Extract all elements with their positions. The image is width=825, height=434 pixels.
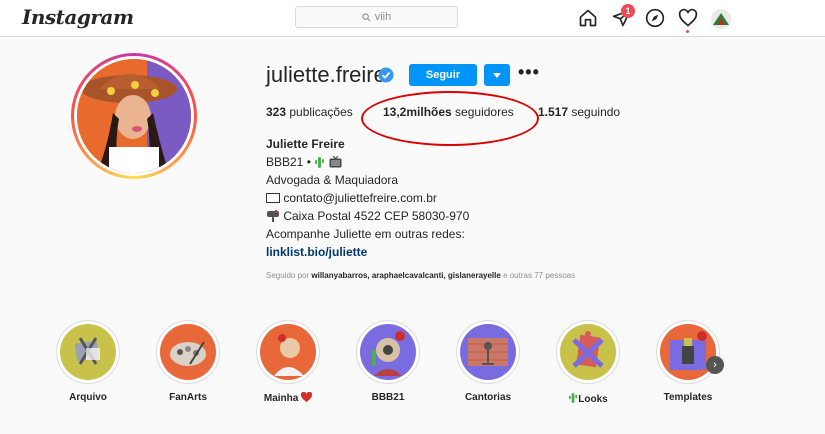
bio-cta: Acompanhe Juliette em outras redes:: [266, 227, 465, 241]
following-link[interactable]: 1.517 seguindo: [538, 105, 620, 119]
tv-icon: [329, 155, 342, 168]
highlights-next-arrow-icon[interactable]: ›: [706, 356, 724, 374]
highlight-mainha[interactable]: Mainha: [256, 320, 320, 404]
followers-link[interactable]: 13,2milhões seguidores: [383, 105, 514, 119]
home-icon[interactable]: [578, 8, 598, 28]
microphone-icon: [468, 338, 508, 366]
highlight-fanarts[interactable]: FanArts: [156, 320, 220, 403]
profile-username: juliette.freire: [266, 62, 386, 87]
highlight-label: FanArts: [169, 392, 207, 403]
archive-cover-icon: [74, 337, 100, 365]
bio-occupation: Advogada & Maquiadora: [266, 173, 399, 187]
looks-cover-icon: [572, 331, 604, 368]
posts-count: 323 publicações: [266, 105, 353, 119]
envelope-icon: [266, 193, 280, 203]
notification-badge: 1: [621, 4, 635, 18]
explore-icon[interactable]: [645, 8, 665, 28]
bbb-cover-icon: [372, 331, 405, 376]
activity-heart-icon[interactable]: [678, 8, 698, 28]
bio-postal: Caixa Postal 4522 CEP 58030-970: [266, 209, 469, 223]
suggested-accounts-dropdown-button[interactable]: [484, 64, 510, 86]
activity-dot: [686, 30, 689, 33]
profile-photo: [77, 59, 191, 173]
follow-button[interactable]: Seguir: [409, 64, 477, 86]
bio-line-bbb21: BBB21 •: [266, 155, 342, 169]
highlight-looks[interactable]: Looks: [556, 320, 620, 405]
user-avatar[interactable]: [711, 9, 731, 29]
highlight-cantorias[interactable]: Cantorias: [456, 320, 520, 403]
instagram-logo[interactable]: Instagram: [22, 5, 134, 29]
chevron-down-icon: [493, 72, 501, 78]
mending-heart-icon: [301, 391, 313, 402]
highlight-arquivo[interactable]: Arquivo: [56, 320, 120, 403]
bio-external-link[interactable]: linklist.bio/juliette: [266, 245, 367, 259]
search-input[interactable]: viih: [295, 6, 458, 28]
highlight-label: Cantorias: [464, 392, 512, 403]
cactus-icon: [315, 157, 325, 168]
profile-picture[interactable]: [71, 53, 197, 179]
portrait-cover-icon: [274, 334, 304, 376]
followed-by[interactable]: Seguido por willanyabarros, araphaelcava…: [266, 271, 575, 280]
mailbox-icon: [267, 210, 279, 222]
more-options-button[interactable]: •••: [518, 62, 540, 83]
cactus-icon: [569, 392, 578, 403]
highlight-label: Arquivo: [69, 392, 107, 403]
highlight-label: Looks: [556, 392, 620, 405]
full-name: Juliette Freire: [266, 137, 345, 151]
templates-cover-icon: [670, 331, 707, 370]
highlight-bbb21[interactable]: BBB21: [356, 320, 420, 403]
bio-email: contato@juliettefreire.com.br: [266, 191, 437, 205]
highlight-label: BBB21: [371, 392, 405, 403]
highlight-label: Mainha: [256, 391, 320, 404]
verified-badge-icon: [378, 67, 394, 83]
search-value: viih: [374, 11, 392, 23]
palette-icon: [170, 341, 206, 366]
top-nav: Instagram viih 1: [0, 0, 825, 37]
search-icon: [362, 12, 371, 21]
highlight-label: Templates: [663, 392, 713, 403]
